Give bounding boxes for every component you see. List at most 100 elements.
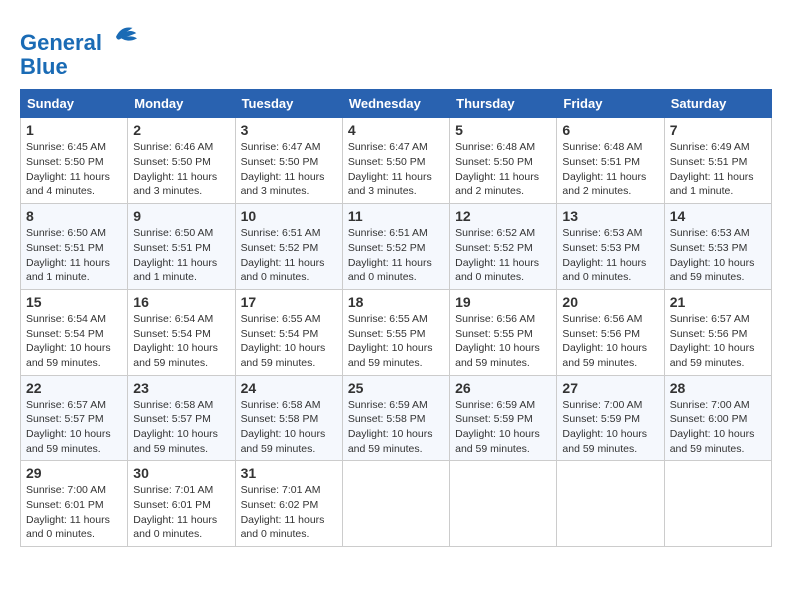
calendar-cell: 25 Sunrise: 6:59 AM Sunset: 5:58 PM Dayl…: [342, 375, 449, 461]
calendar-cell: 12 Sunrise: 6:52 AM Sunset: 5:52 PM Dayl…: [450, 204, 557, 290]
day-info: Sunrise: 6:55 AM Sunset: 5:54 PM Dayligh…: [241, 312, 337, 371]
day-info: Sunrise: 6:46 AM Sunset: 5:50 PM Dayligh…: [133, 140, 229, 199]
calendar-week-1: 1 Sunrise: 6:45 AM Sunset: 5:50 PM Dayli…: [21, 118, 772, 204]
calendar-cell: 21 Sunrise: 6:57 AM Sunset: 5:56 PM Dayl…: [664, 289, 771, 375]
day-number: 27: [562, 380, 658, 396]
day-number: 7: [670, 122, 766, 138]
day-number: 23: [133, 380, 229, 396]
calendar-cell: 6 Sunrise: 6:48 AM Sunset: 5:51 PM Dayli…: [557, 118, 664, 204]
logo: General Blue: [20, 20, 140, 79]
col-header-sunday: Sunday: [21, 90, 128, 118]
calendar-cell: 2 Sunrise: 6:46 AM Sunset: 5:50 PM Dayli…: [128, 118, 235, 204]
day-info: Sunrise: 6:58 AM Sunset: 5:57 PM Dayligh…: [133, 398, 229, 457]
day-info: Sunrise: 6:50 AM Sunset: 5:51 PM Dayligh…: [133, 226, 229, 285]
calendar-table: SundayMondayTuesdayWednesdayThursdayFrid…: [20, 89, 772, 547]
calendar-cell: 17 Sunrise: 6:55 AM Sunset: 5:54 PM Dayl…: [235, 289, 342, 375]
col-header-friday: Friday: [557, 90, 664, 118]
calendar-cell: 13 Sunrise: 6:53 AM Sunset: 5:53 PM Dayl…: [557, 204, 664, 290]
day-number: 15: [26, 294, 122, 310]
day-info: Sunrise: 6:50 AM Sunset: 5:51 PM Dayligh…: [26, 226, 122, 285]
day-info: Sunrise: 6:53 AM Sunset: 5:53 PM Dayligh…: [670, 226, 766, 285]
calendar-cell: 9 Sunrise: 6:50 AM Sunset: 5:51 PM Dayli…: [128, 204, 235, 290]
day-number: 8: [26, 208, 122, 224]
calendar-cell: 24 Sunrise: 6:58 AM Sunset: 5:58 PM Dayl…: [235, 375, 342, 461]
day-number: 13: [562, 208, 658, 224]
calendar-cell: 3 Sunrise: 6:47 AM Sunset: 5:50 PM Dayli…: [235, 118, 342, 204]
calendar-cell: 22 Sunrise: 6:57 AM Sunset: 5:57 PM Dayl…: [21, 375, 128, 461]
day-number: 30: [133, 465, 229, 481]
day-number: 12: [455, 208, 551, 224]
day-info: Sunrise: 6:48 AM Sunset: 5:51 PM Dayligh…: [562, 140, 658, 199]
calendar-cell: 23 Sunrise: 6:58 AM Sunset: 5:57 PM Dayl…: [128, 375, 235, 461]
day-info: Sunrise: 6:45 AM Sunset: 5:50 PM Dayligh…: [26, 140, 122, 199]
calendar-cell: 11 Sunrise: 6:51 AM Sunset: 5:52 PM Dayl…: [342, 204, 449, 290]
col-header-tuesday: Tuesday: [235, 90, 342, 118]
day-number: 25: [348, 380, 444, 396]
day-number: 11: [348, 208, 444, 224]
day-info: Sunrise: 6:56 AM Sunset: 5:56 PM Dayligh…: [562, 312, 658, 371]
day-number: 20: [562, 294, 658, 310]
calendar-week-5: 29 Sunrise: 7:00 AM Sunset: 6:01 PM Dayl…: [21, 461, 772, 547]
day-number: 17: [241, 294, 337, 310]
calendar-cell: 27 Sunrise: 7:00 AM Sunset: 5:59 PM Dayl…: [557, 375, 664, 461]
logo-blue-text: Blue: [20, 55, 140, 79]
day-number: 6: [562, 122, 658, 138]
day-number: 21: [670, 294, 766, 310]
day-info: Sunrise: 6:51 AM Sunset: 5:52 PM Dayligh…: [241, 226, 337, 285]
calendar-cell: 10 Sunrise: 6:51 AM Sunset: 5:52 PM Dayl…: [235, 204, 342, 290]
col-header-monday: Monday: [128, 90, 235, 118]
day-number: 9: [133, 208, 229, 224]
day-info: Sunrise: 6:52 AM Sunset: 5:52 PM Dayligh…: [455, 226, 551, 285]
day-info: Sunrise: 6:55 AM Sunset: 5:55 PM Dayligh…: [348, 312, 444, 371]
day-info: Sunrise: 7:00 AM Sunset: 6:00 PM Dayligh…: [670, 398, 766, 457]
day-number: 3: [241, 122, 337, 138]
calendar-cell: 1 Sunrise: 6:45 AM Sunset: 5:50 PM Dayli…: [21, 118, 128, 204]
day-info: Sunrise: 6:59 AM Sunset: 5:58 PM Dayligh…: [348, 398, 444, 457]
logo-text: General: [20, 20, 140, 55]
day-number: 24: [241, 380, 337, 396]
calendar-cell: 20 Sunrise: 6:56 AM Sunset: 5:56 PM Dayl…: [557, 289, 664, 375]
day-info: Sunrise: 6:54 AM Sunset: 5:54 PM Dayligh…: [26, 312, 122, 371]
calendar-cell: [664, 461, 771, 547]
day-info: Sunrise: 6:53 AM Sunset: 5:53 PM Dayligh…: [562, 226, 658, 285]
calendar-cell: 7 Sunrise: 6:49 AM Sunset: 5:51 PM Dayli…: [664, 118, 771, 204]
day-number: 26: [455, 380, 551, 396]
day-info: Sunrise: 6:56 AM Sunset: 5:55 PM Dayligh…: [455, 312, 551, 371]
col-header-saturday: Saturday: [664, 90, 771, 118]
logo-bird-icon: [110, 20, 140, 50]
day-info: Sunrise: 6:54 AM Sunset: 5:54 PM Dayligh…: [133, 312, 229, 371]
calendar-cell: [450, 461, 557, 547]
day-number: 18: [348, 294, 444, 310]
day-number: 10: [241, 208, 337, 224]
calendar-cell: 26 Sunrise: 6:59 AM Sunset: 5:59 PM Dayl…: [450, 375, 557, 461]
day-number: 16: [133, 294, 229, 310]
calendar-cell: 28 Sunrise: 7:00 AM Sunset: 6:00 PM Dayl…: [664, 375, 771, 461]
day-info: Sunrise: 6:58 AM Sunset: 5:58 PM Dayligh…: [241, 398, 337, 457]
calendar-cell: [342, 461, 449, 547]
calendar-cell: 18 Sunrise: 6:55 AM Sunset: 5:55 PM Dayl…: [342, 289, 449, 375]
col-header-thursday: Thursday: [450, 90, 557, 118]
day-number: 31: [241, 465, 337, 481]
calendar-cell: 5 Sunrise: 6:48 AM Sunset: 5:50 PM Dayli…: [450, 118, 557, 204]
calendar-cell: 15 Sunrise: 6:54 AM Sunset: 5:54 PM Dayl…: [21, 289, 128, 375]
day-info: Sunrise: 7:01 AM Sunset: 6:01 PM Dayligh…: [133, 483, 229, 542]
calendar-cell: 16 Sunrise: 6:54 AM Sunset: 5:54 PM Dayl…: [128, 289, 235, 375]
day-number: 22: [26, 380, 122, 396]
day-number: 28: [670, 380, 766, 396]
calendar-cell: 19 Sunrise: 6:56 AM Sunset: 5:55 PM Dayl…: [450, 289, 557, 375]
calendar-cell: 14 Sunrise: 6:53 AM Sunset: 5:53 PM Dayl…: [664, 204, 771, 290]
calendar-week-4: 22 Sunrise: 6:57 AM Sunset: 5:57 PM Dayl…: [21, 375, 772, 461]
day-info: Sunrise: 6:48 AM Sunset: 5:50 PM Dayligh…: [455, 140, 551, 199]
day-info: Sunrise: 7:00 AM Sunset: 6:01 PM Dayligh…: [26, 483, 122, 542]
day-info: Sunrise: 6:49 AM Sunset: 5:51 PM Dayligh…: [670, 140, 766, 199]
day-number: 14: [670, 208, 766, 224]
calendar-cell: 30 Sunrise: 7:01 AM Sunset: 6:01 PM Dayl…: [128, 461, 235, 547]
calendar-cell: 31 Sunrise: 7:01 AM Sunset: 6:02 PM Dayl…: [235, 461, 342, 547]
day-info: Sunrise: 6:57 AM Sunset: 5:56 PM Dayligh…: [670, 312, 766, 371]
calendar-week-3: 15 Sunrise: 6:54 AM Sunset: 5:54 PM Dayl…: [21, 289, 772, 375]
day-number: 19: [455, 294, 551, 310]
day-number: 4: [348, 122, 444, 138]
page-header: General Blue: [20, 20, 772, 79]
calendar-cell: 4 Sunrise: 6:47 AM Sunset: 5:50 PM Dayli…: [342, 118, 449, 204]
day-info: Sunrise: 7:00 AM Sunset: 5:59 PM Dayligh…: [562, 398, 658, 457]
